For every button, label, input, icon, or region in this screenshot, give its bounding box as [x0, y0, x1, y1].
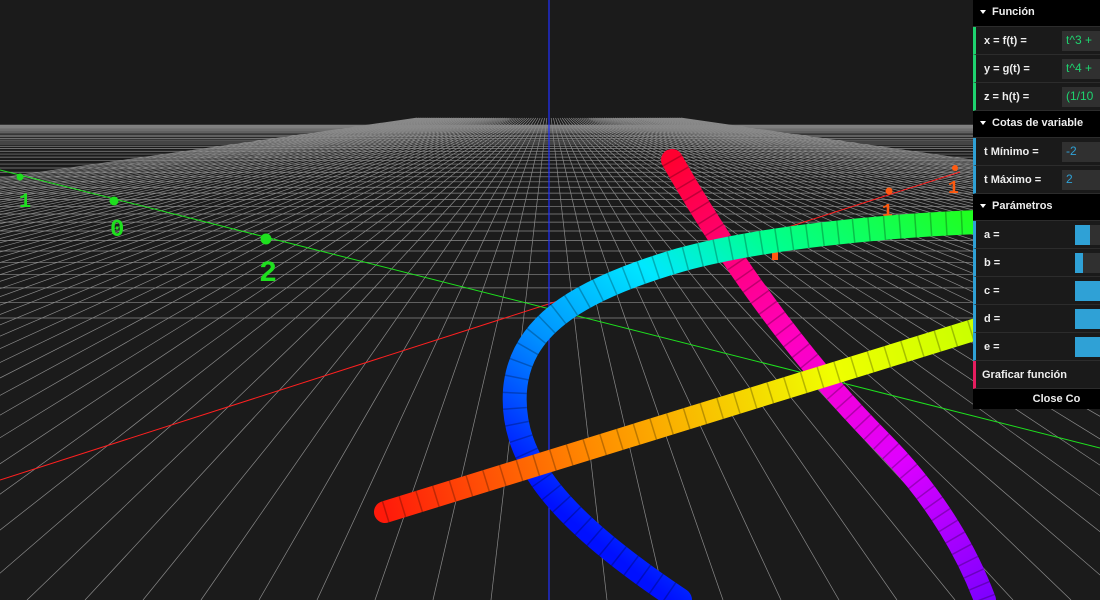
axis-marker-orange-2: 1	[948, 165, 959, 199]
close-controls-button[interactable]: Close Co	[973, 389, 1100, 409]
folder-parametros-title[interactable]: Parámetros	[973, 194, 1100, 221]
param-d-label: d =	[984, 312, 1001, 325]
param-e-slider[interactable]	[1075, 336, 1100, 357]
graph-function-label: Graficar función	[982, 368, 1067, 381]
z-function-control: z = h(t) = (1/10	[973, 83, 1100, 111]
control-panel: Función x = f(t) = t^3 + y = g(t) = t^4 …	[973, 0, 1100, 409]
ground-grid	[0, 117, 1100, 600]
axis-label: 2	[259, 257, 277, 291]
slider-fill	[1075, 280, 1100, 301]
axis-label: 1	[19, 191, 31, 214]
param-c-slider[interactable]	[1075, 280, 1100, 301]
param-b-control: b =	[973, 249, 1100, 277]
x-function-control: x = f(t) = t^3 +	[973, 27, 1100, 55]
t-max-control: t Máximo = 2	[973, 166, 1100, 194]
t-min-input[interactable]: -2	[1062, 141, 1100, 162]
slider-fill	[1075, 308, 1100, 329]
param-b-slider[interactable]	[1075, 252, 1100, 273]
y-function-input[interactable]: t^4 +	[1062, 58, 1100, 79]
param-a-slider[interactable]	[1075, 224, 1100, 245]
slider-fill	[1075, 336, 1100, 357]
t-min-label: t Mínimo =	[984, 145, 1039, 158]
caret-down-icon	[980, 203, 986, 208]
param-e-label: e =	[984, 340, 1000, 353]
z-function-label: z = h(t) =	[984, 90, 1030, 103]
caret-down-icon	[980, 9, 986, 14]
param-a-control: a =	[973, 221, 1100, 249]
slider-fill	[1075, 224, 1090, 245]
t-max-label: t Máximo =	[984, 173, 1042, 186]
axis-label: 1	[948, 179, 959, 199]
param-c-label: c =	[984, 284, 1000, 297]
axis-marker-green-2: 0	[109, 196, 124, 244]
3d-plot-canvas[interactable]: 1 0 2 1 1	[0, 0, 1100, 600]
param-e-control: e =	[973, 333, 1100, 361]
folder-cotas-title[interactable]: Cotas de variable	[973, 111, 1100, 138]
param-d-slider[interactable]	[1075, 308, 1100, 329]
y-function-label: y = g(t) =	[984, 62, 1030, 75]
x-function-input[interactable]: t^3 +	[1062, 30, 1100, 51]
axis-marker-green-3: 2	[259, 233, 277, 291]
graph-function-button[interactable]: Graficar función	[973, 361, 1100, 389]
x-function-label: x = f(t) =	[984, 34, 1027, 47]
param-b-label: b =	[984, 256, 1001, 269]
y-function-control: y = g(t) = t^4 +	[973, 55, 1100, 83]
z-function-input[interactable]: (1/10	[1062, 86, 1100, 107]
param-c-control: c =	[973, 277, 1100, 305]
slider-fill	[1075, 252, 1083, 273]
param-a-label: a =	[984, 228, 1000, 241]
t-min-control: t Mínimo = -2	[973, 138, 1100, 166]
axis-label: 0	[110, 217, 124, 244]
folder-funcion-title[interactable]: Función	[973, 0, 1100, 27]
caret-down-icon	[980, 120, 986, 125]
t-max-input[interactable]: 2	[1062, 169, 1100, 190]
param-d-control: d =	[973, 305, 1100, 333]
